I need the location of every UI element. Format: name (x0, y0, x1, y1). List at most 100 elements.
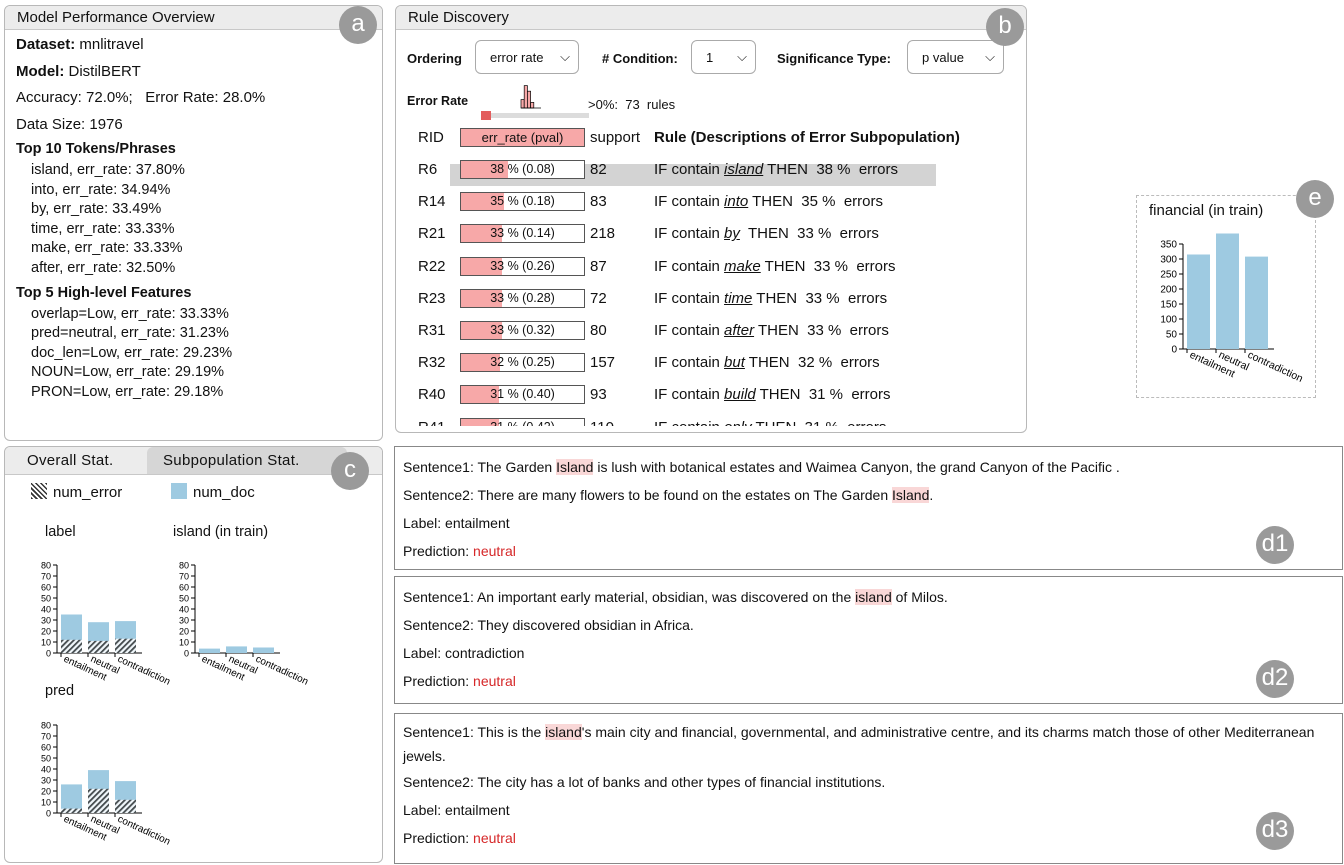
badge-b: b (986, 8, 1024, 46)
err-rate-text: 33 % (0.14) (490, 226, 555, 241)
y-tick-label: 60 (179, 583, 189, 593)
rule-token[interactable]: build (724, 386, 756, 403)
rule-token[interactable]: make (724, 258, 761, 275)
rule-token[interactable]: after (724, 322, 754, 339)
err-rate-text: 31 % (0.42) (490, 420, 555, 426)
s1-text-rest: is lush with botanical estates and Waime… (593, 459, 1120, 475)
bar-num-doc (1216, 233, 1239, 349)
badge-e: e (1296, 180, 1334, 218)
badge-d3: d3 (1256, 812, 1294, 850)
err-rate-bar: 33 % (0.28) (460, 288, 585, 308)
bar-num-error (61, 808, 82, 813)
pred-chart: 01020304050607080entailmentneutralcontra… (41, 721, 172, 848)
sentence1: Sentence1: The Garden Island is lush wit… (403, 453, 1342, 481)
y-tick-label: 0 (1171, 345, 1177, 356)
rule-prefix: IF contain (654, 419, 724, 426)
chart-title-financial: financial (in train) (1149, 202, 1264, 219)
y-tick-label: 50 (41, 754, 51, 764)
example-panel-d3: Sentence1: This is the island's main cit… (394, 713, 1343, 864)
y-tick-label: 30 (41, 776, 51, 786)
token-item[interactable]: island, err_rate: 37.80% (16, 161, 382, 181)
panel-a-title: Model Performance Overview (5, 6, 382, 30)
feature-item[interactable]: doc_len=Low, err_rate: 29.23% (16, 344, 382, 364)
token-item[interactable]: after, err_rate: 32.50% (16, 259, 382, 279)
rule-token[interactable]: only (724, 419, 752, 426)
rule-id: R31 (418, 322, 446, 339)
accuracy-line: Accuracy: 72.0%; Error Rate: 28.0% (16, 89, 266, 106)
dataset-line: Dataset: mnlitravel (16, 35, 382, 62)
token-item[interactable]: time, err_rate: 33.33% (16, 220, 382, 240)
rule-description: IF contain make THEN 33 % errors (654, 256, 896, 278)
bar-num-doc (1187, 254, 1210, 349)
feature-item[interactable]: overlap=Low, err_rate: 33.33% (16, 305, 382, 325)
badge-d1: d1 (1256, 526, 1294, 564)
y-tick-label: 250 (1160, 270, 1177, 281)
feature-item[interactable]: pred=neutral, err_rate: 31.23% (16, 324, 382, 344)
feature-item[interactable]: NOUN=Low, err_rate: 29.19% (16, 363, 382, 383)
y-tick-label: 80 (41, 721, 51, 731)
feature-item[interactable]: PRON=Low, err_rate: 29.18% (16, 383, 382, 403)
err-rate-text: 38 % (0.08) (490, 162, 555, 176)
overview-body: Dataset: mnlitravel Model: DistilBERT Ac… (5, 30, 382, 403)
y-tick-label: 10 (41, 798, 51, 808)
rule-support: 110 (590, 417, 650, 426)
rule-support: 218 (590, 225, 616, 243)
rule-description: IF contain island THEN 38 % errors (654, 159, 898, 181)
err-rate-bar: 33 % (0.32) (460, 321, 585, 340)
rule-support: 80 (590, 322, 607, 339)
rule-id: R21 (418, 225, 446, 243)
rule-token[interactable]: by (724, 225, 740, 242)
err-rate-text: 31 % (0.40) (490, 387, 555, 402)
rule-token[interactable]: island (724, 161, 763, 178)
rule-description: IF contain after THEN 33 % errors (654, 320, 889, 342)
x-tick-label: contradiction (1246, 349, 1305, 385)
y-tick-label: 30 (41, 616, 51, 626)
rule-token[interactable]: time (724, 290, 752, 307)
y-tick-label: 50 (1166, 330, 1178, 341)
rule-suffix: THEN 31 % errors (752, 419, 886, 426)
tab-subpopulation-stat[interactable]: Subpopulation Stat. (147, 447, 347, 474)
model-value: DistilBERT (64, 62, 141, 80)
rule-token[interactable]: but (724, 354, 745, 371)
legend-error-text: num_error (53, 484, 123, 501)
prediction-label: Prediction: (403, 543, 474, 559)
label-line: Label: entailment (403, 515, 510, 531)
rule-support: 87 (590, 257, 607, 275)
prediction-value: neutral (473, 543, 516, 559)
y-tick-label: 30 (179, 616, 189, 626)
y-tick-label: 40 (41, 765, 51, 775)
highlight-token: island (855, 589, 892, 605)
y-tick-label: 40 (41, 605, 51, 615)
s2-text: Sentence2: There are many flowers to be … (403, 487, 893, 503)
rule-prefix: IF contain (654, 354, 725, 372)
rule-token[interactable]: into (724, 193, 748, 210)
err-rate-bar: 31 % (0.40) (460, 385, 585, 405)
err-rate-bar: 35 % (0.18) (460, 192, 585, 212)
highlight-token: island (545, 724, 582, 740)
bar-num-error (61, 639, 82, 653)
s2-text-rest: . (929, 487, 934, 503)
err-rate-bar: 33 % (0.14) (460, 224, 585, 244)
rule-prefix: IF contain (654, 322, 725, 339)
rule-description: IF contain into THEN 35 % errors (654, 191, 883, 213)
tokens-title: Top 10 Tokens/Phrases (16, 141, 176, 157)
y-tick-label: 300 (1160, 255, 1177, 266)
y-tick-label: 70 (41, 572, 51, 582)
token-item[interactable]: by, err_rate: 33.49% (16, 200, 382, 220)
y-tick-label: 150 (1160, 300, 1177, 311)
token-item[interactable]: into, err_rate: 34.94% (16, 181, 382, 201)
err-rate-bar: 33 % (0.26) (460, 256, 585, 276)
tab-overall-stat[interactable]: Overall Stat. (5, 447, 147, 474)
y-tick-label: 60 (41, 743, 51, 753)
token-item[interactable]: make, err_rate: 33.33% (16, 239, 382, 259)
bar-num-error (88, 788, 109, 813)
highlight-token: Island (556, 459, 594, 475)
err-rate-text: 33 % (0.28) (490, 290, 555, 305)
legend-num-error: num_error (31, 483, 122, 501)
example-panel-d2: Sentence1: An important early material, … (394, 576, 1343, 704)
rule-suffix: THEN 35 % errors (748, 193, 883, 211)
y-tick-label: 20 (41, 787, 51, 797)
err-rate-bar: 32 % (0.25) (460, 353, 585, 373)
financial-chart: 050100150200250300350entailmentneutralco… (1160, 233, 1305, 385)
label-line: Label: entailment (403, 802, 510, 818)
